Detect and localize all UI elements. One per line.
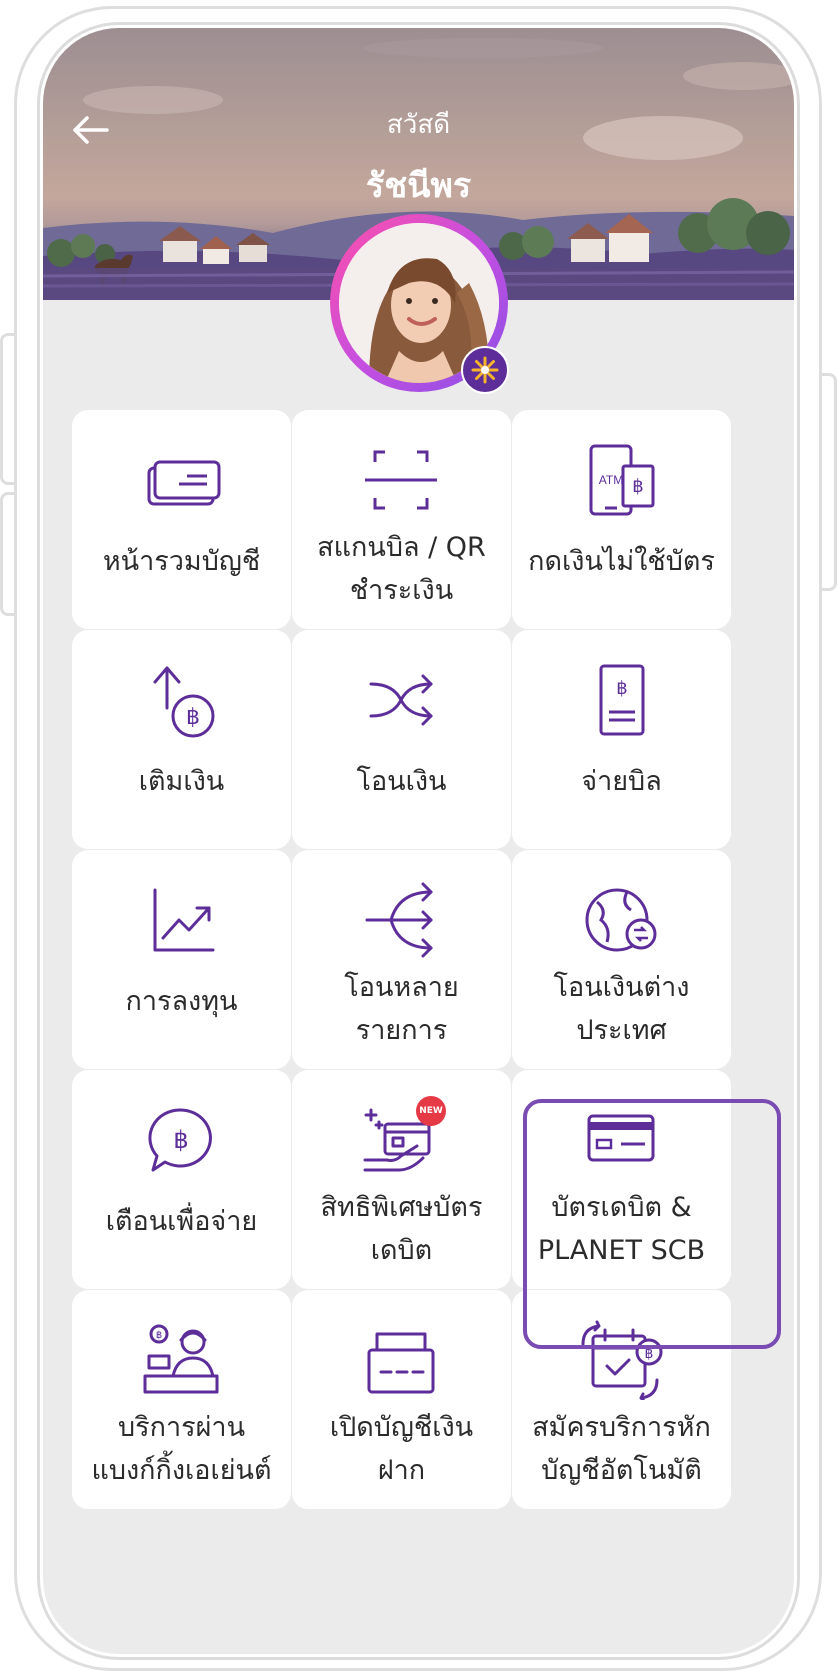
new-badge: NEW xyxy=(416,1096,446,1126)
tile-multi-transfer[interactable]: โอนหลาย รายการ xyxy=(292,850,511,1069)
tile-banking-agent[interactable]: ฿ บริการผ่าน แบงก์กิ้งเอเย่นต์ xyxy=(72,1290,291,1509)
tile-label: การลงทุน xyxy=(125,986,238,1017)
tile-label-line2: ฝาก xyxy=(377,1455,426,1486)
tile-label: โอนเงิน xyxy=(356,766,447,797)
tile-label-line1: บริการผ่าน xyxy=(117,1412,246,1443)
tile-label: สิทธิพิเศษบัตร เดบิต xyxy=(296,1186,507,1272)
tile-label: หน้ารวมบัญชี xyxy=(102,546,261,577)
tile-label-line2: แบงก์กิ้งเอเย่นต์ xyxy=(91,1455,272,1486)
atm-cardless-icon: ATM ฿ xyxy=(589,444,655,516)
tile-label: บริการผ่าน แบงก์กิ้งเอเย่นต์ xyxy=(76,1406,287,1492)
tile-label: เตือนเพื่อจ่าย xyxy=(105,1206,258,1237)
chat-baht-icon: ฿ xyxy=(148,1108,212,1172)
tile-label: เติมเงิน xyxy=(138,766,225,797)
tile-pay-bill[interactable]: ฿ จ่ายบิล xyxy=(512,630,731,849)
scan-qr-icon xyxy=(365,450,437,510)
tile-label: โอนหลาย รายการ xyxy=(296,966,507,1052)
tile-label-line2: ชำระเงิน xyxy=(349,575,454,606)
tile-label-line2: รายการ xyxy=(355,1015,448,1046)
user-name: รัชนีพร xyxy=(365,166,472,206)
tile-label: บัตรเดบิต & PLANET SCB xyxy=(516,1186,727,1272)
account-cards-icon xyxy=(147,460,221,506)
banking-agent-icon: ฿ xyxy=(143,1324,219,1394)
svg-text:฿: ฿ xyxy=(645,1345,654,1361)
tile-scan-qr[interactable]: สแกนบิล / QR ชำระเงิน xyxy=(292,410,511,629)
tile-auto-debit[interactable]: ฿ สมัครบริการหัก บัญชีอัตโนมัติ xyxy=(512,1290,731,1509)
tile-account-summary[interactable]: หน้ารวมบัญชี xyxy=(72,410,291,629)
tile-label-line1: โอนเงินต่าง xyxy=(553,972,690,1003)
tile-label: กดเงินไม่ใช้บัตร xyxy=(528,546,715,577)
tile-label-line1: บัตรเดบิต & xyxy=(551,1192,692,1223)
tile-label-line2: บัญชีอัตโนมัติ xyxy=(541,1455,702,1486)
debit-card-icon xyxy=(587,1114,655,1162)
tile-transfer[interactable]: โอนเงิน xyxy=(292,630,511,849)
tile-label-line1: เปิดบัญชีเงิน xyxy=(329,1412,474,1443)
tile-open-deposit-account[interactable]: เปิดบัญชีเงิน ฝาก xyxy=(292,1290,511,1509)
tile-cardless-atm[interactable]: ATM ฿ กดเงินไม่ใช้บัตร xyxy=(512,410,731,629)
tile-investment[interactable]: การลงทุน xyxy=(72,850,291,1069)
tile-debit-card-planet-scb[interactable]: บัตรเดบิต & PLANET SCB xyxy=(512,1070,731,1289)
tile-label: โอนเงินต่าง ประเทศ xyxy=(516,966,727,1052)
tile-top-up[interactable]: ฿ เติมเงิน xyxy=(72,630,291,849)
globe-transfer-icon xyxy=(585,888,657,952)
tile-label: จ่ายบิล xyxy=(581,766,662,797)
transfer-shuffle-icon xyxy=(369,674,433,726)
multi-transfer-icon xyxy=(365,882,433,958)
tile-international-transfer[interactable]: โอนเงินต่าง ประเทศ xyxy=(512,850,731,1069)
svg-text:฿: ฿ xyxy=(632,476,643,496)
svg-text:ATM: ATM xyxy=(599,473,623,487)
investment-chart-icon xyxy=(153,888,215,952)
tile-label-line1: สแกนบิล / QR xyxy=(317,532,486,563)
tile-label: สแกนบิล / QR ชำระเงิน xyxy=(296,526,507,612)
tile-label-line1: โอนหลาย xyxy=(344,972,459,1003)
svg-text:฿: ฿ xyxy=(186,704,200,729)
bill-icon: ฿ xyxy=(599,664,645,736)
tile-label-line2: PLANET SCB xyxy=(537,1235,706,1266)
tile-debit-privileges[interactable]: NEW สิทธิพิเศษบัตร เดบิต xyxy=(292,1070,511,1289)
tile-pay-reminder[interactable]: ฿ เตือนเพื่อจ่าย xyxy=(72,1070,291,1289)
svg-text:฿: ฿ xyxy=(616,678,627,698)
tile-label-line2: ประเทศ xyxy=(576,1015,667,1046)
tile-label-line1: สมัครบริการหัก xyxy=(532,1412,711,1443)
planet-badge-icon xyxy=(461,346,509,394)
auto-debit-calendar-icon: ฿ xyxy=(581,1320,663,1400)
tile-label-line2: เดบิต xyxy=(370,1235,433,1266)
svg-text:฿: ฿ xyxy=(156,1330,162,1341)
top-up-icon: ฿ xyxy=(153,666,215,738)
greeting-text: สวัสดี xyxy=(386,110,451,140)
tile-label: เปิดบัญชีเงิน ฝาก xyxy=(296,1406,507,1492)
tile-label-line1: สิทธิพิเศษบัตร xyxy=(320,1192,483,1223)
tile-label: สมัครบริการหัก บัญชีอัตโนมัติ xyxy=(516,1406,727,1492)
app-screen: สวัสดี รัชนีพร หน้ารวมบัญชี สแกนบิล / QR… xyxy=(43,28,794,1654)
svg-text:฿: ฿ xyxy=(173,1127,188,1154)
open-account-icon xyxy=(367,1332,435,1394)
